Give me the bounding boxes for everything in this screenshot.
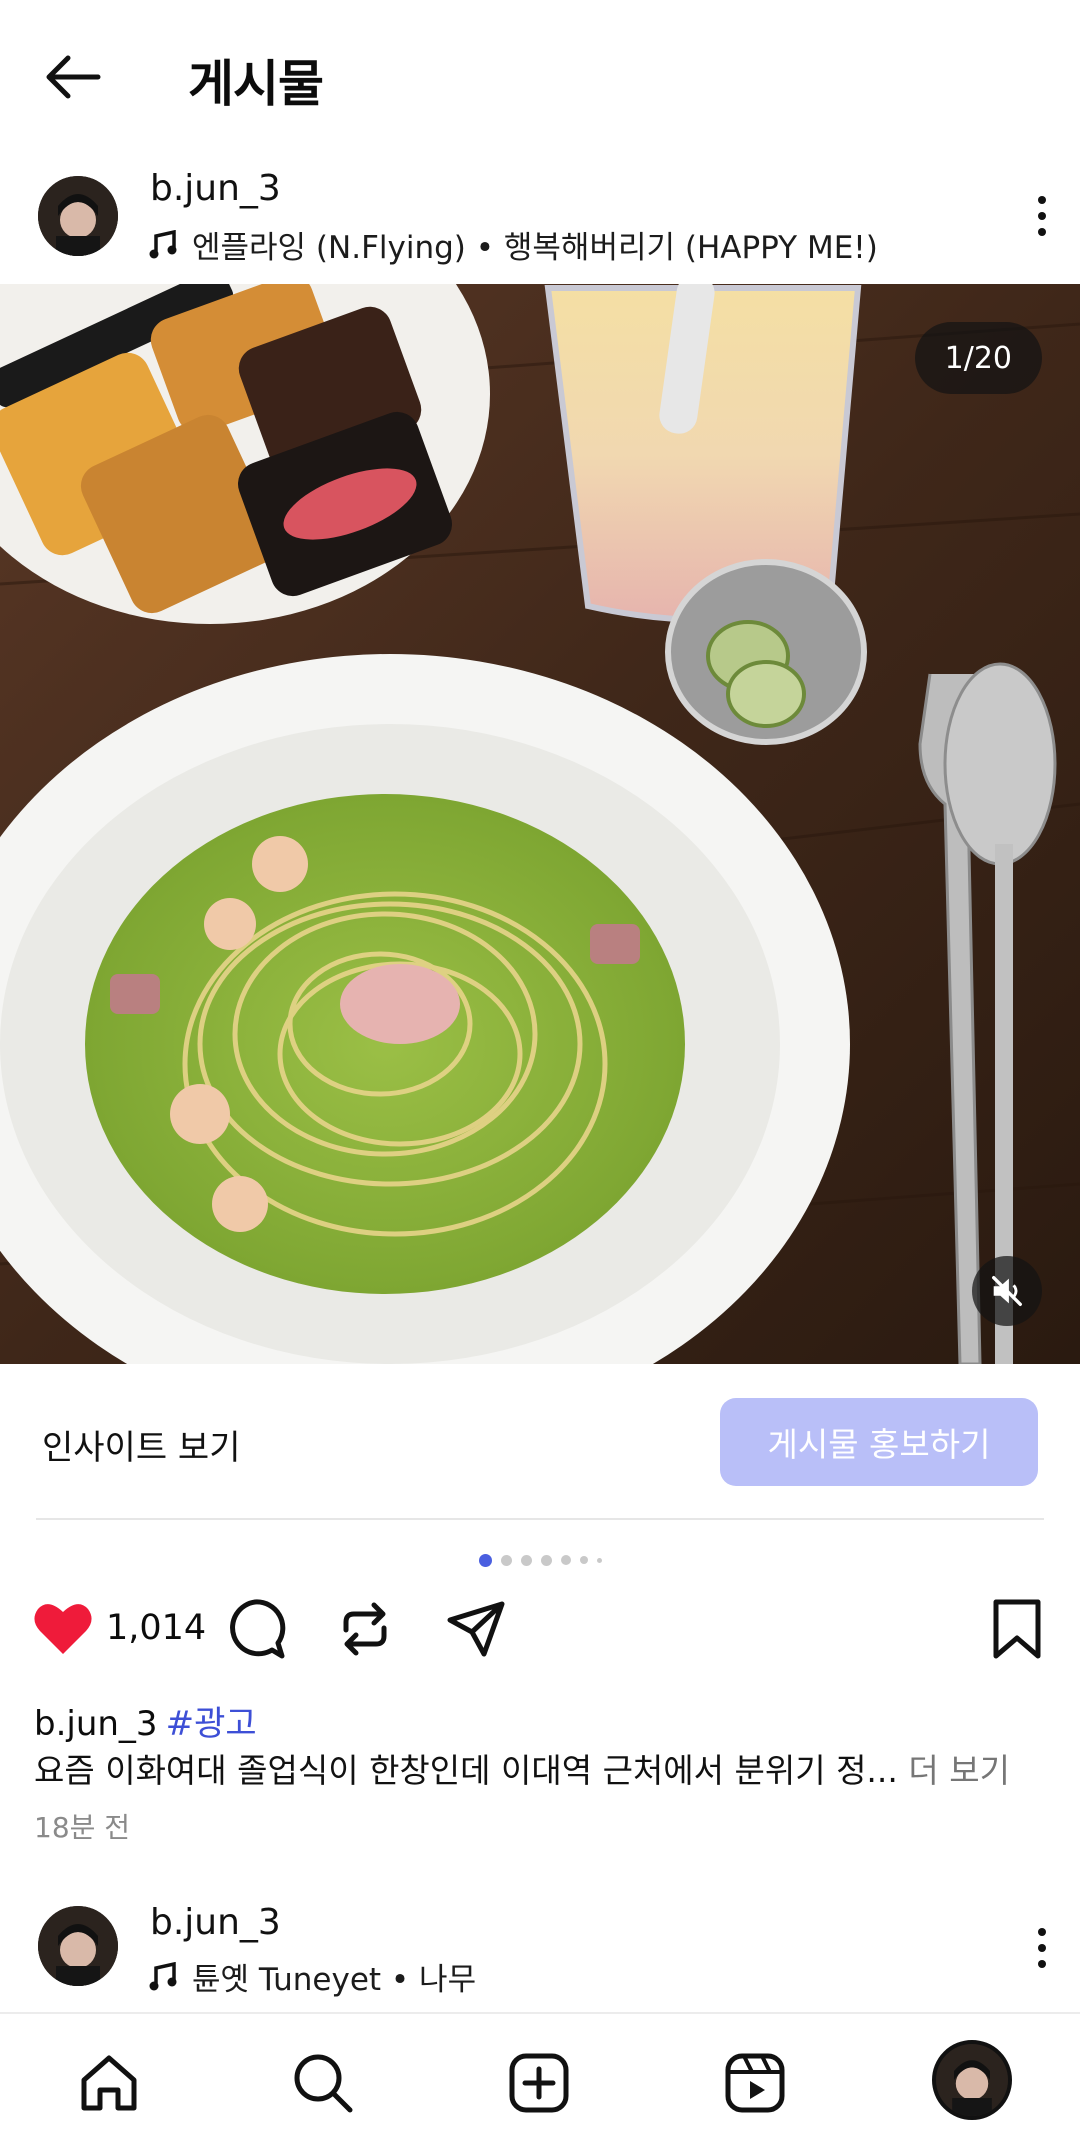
carousel-dot	[500, 1554, 512, 1566]
carousel-dot	[540, 1554, 552, 1566]
top-bar: 게시물	[0, 0, 1080, 150]
back-arrow-icon[interactable]	[40, 44, 106, 110]
post-detail-screen: 게시물 b.jun_3 엔플라잉 (N.Flying) • 행복해버리기 (HA…	[0, 0, 1080, 2140]
carousel-dot	[596, 1557, 602, 1563]
carousel-indicator	[0, 1552, 1080, 1568]
carousel-dot-active	[478, 1553, 492, 1567]
create-icon[interactable]	[506, 2050, 572, 2116]
music-label: 튠옛 Tuneyet • 나무	[192, 1962, 477, 1998]
post-timestamp: 18분 전	[34, 1811, 131, 1844]
music-note-icon	[149, 229, 177, 258]
music-note-icon	[149, 1961, 177, 1990]
search-icon[interactable]	[290, 2050, 356, 2116]
promote-post-button[interactable]: 게시물 홍보하기	[720, 1398, 1038, 1486]
insight-row: 인사이트 보기 게시물 홍보하기	[0, 1364, 1080, 1520]
post-username[interactable]: b.jun_3	[150, 168, 281, 209]
next-post-username[interactable]: b.jun_3	[150, 1902, 281, 1943]
home-icon[interactable]	[76, 2050, 142, 2116]
speaker-muted-icon	[992, 1276, 1022, 1306]
profile-avatar[interactable]	[932, 2040, 1012, 2120]
caption-username[interactable]: b.jun_3	[34, 1704, 158, 1744]
food-photo	[0, 284, 1080, 1364]
caption-text: 요즘 이화여대 졸업식이 한창인데 이대역 근처에서 분위기 정...	[34, 1751, 898, 1790]
carousel-dot	[560, 1555, 571, 1565]
post-image[interactable]: 1/20	[0, 284, 1080, 1364]
page-title: 게시물	[188, 55, 324, 113]
bottom-navigation	[0, 2012, 1080, 2140]
share-icon[interactable]	[444, 1596, 510, 1662]
more-options-icon[interactable]	[1022, 1918, 1062, 1978]
bookmark-icon[interactable]	[984, 1596, 1050, 1662]
divider	[36, 1518, 1044, 1520]
heart-filled-icon[interactable]	[30, 1596, 96, 1662]
repost-icon[interactable]	[332, 1596, 398, 1662]
avatar[interactable]	[38, 1906, 118, 1986]
post-header: b.jun_3 엔플라잉 (N.Flying) • 행복해버리기 (HAPPY …	[0, 160, 1080, 284]
view-insights-link[interactable]: 인사이트 보기	[42, 1420, 241, 1469]
mute-toggle[interactable]	[972, 1256, 1042, 1326]
comment-icon[interactable]	[222, 1596, 288, 1662]
caption: 요즘 이화여대 졸업식이 한창인데 이대역 근처에서 분위기 정... 더 보기	[34, 1744, 1054, 1792]
next-post-header: b.jun_3 튠옛 Tuneyet • 나무	[0, 1892, 1080, 2002]
see-more-link[interactable]: 더 보기	[898, 1751, 1010, 1790]
next-post-music[interactable]: 튠옛 Tuneyet • 나무	[148, 1954, 476, 1999]
more-options-icon[interactable]	[1022, 186, 1062, 246]
carousel-dot	[520, 1554, 532, 1566]
caption-header: b.jun_3 #광고	[34, 1696, 257, 1745]
music-label: 엔플라잉 (N.Flying) • 행복해버리기 (HAPPY ME!)	[192, 230, 878, 266]
action-bar: 1,014	[0, 1596, 1080, 1672]
like-count[interactable]: 1,014	[106, 1608, 206, 1648]
avatar[interactable]	[38, 176, 118, 256]
post-music[interactable]: 엔플라잉 (N.Flying) • 행복해버리기 (HAPPY ME!)	[148, 222, 878, 267]
carousel-dot	[579, 1556, 588, 1564]
media-counter: 1/20	[914, 322, 1042, 394]
reels-icon[interactable]	[722, 2050, 788, 2116]
hashtag-ad[interactable]: #광고	[166, 1704, 257, 1744]
